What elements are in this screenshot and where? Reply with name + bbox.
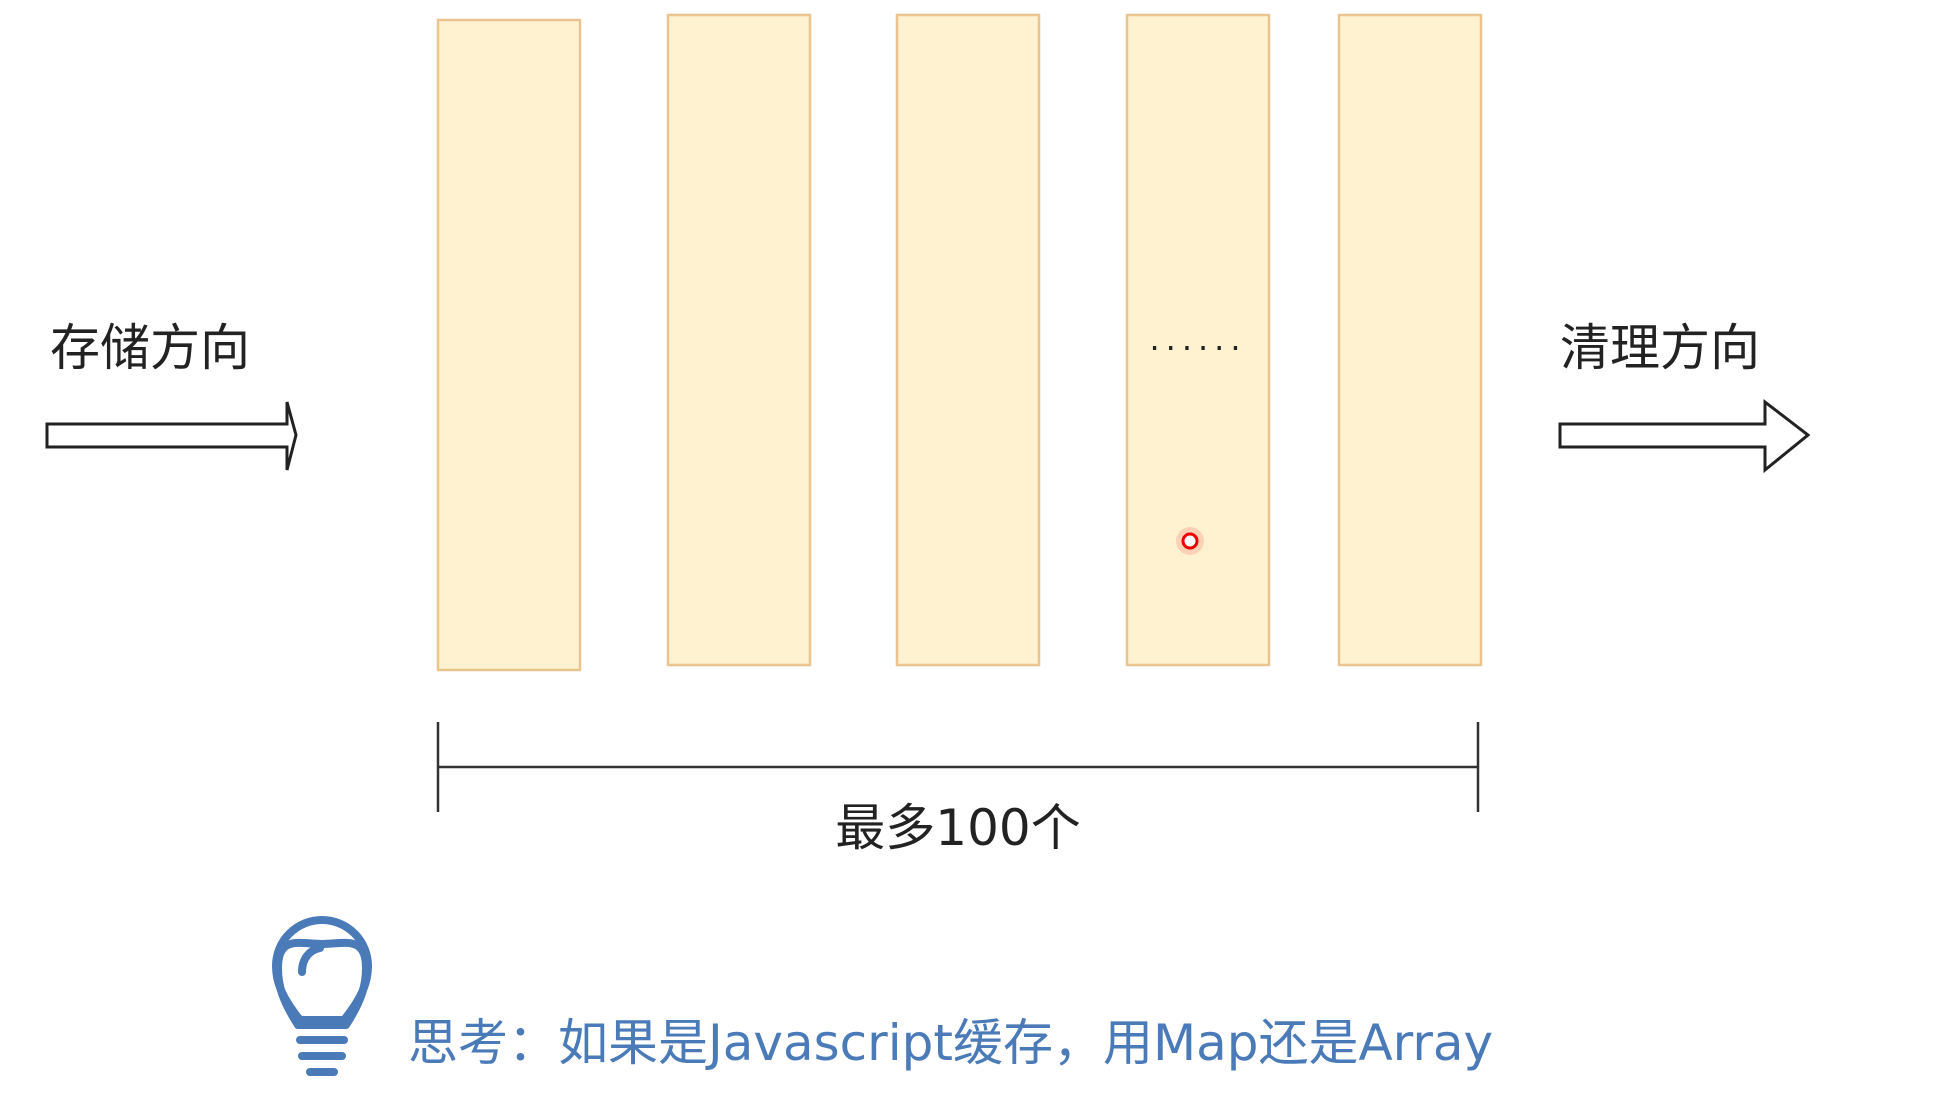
ellipsis-text: ...... xyxy=(1149,320,1246,358)
laser-pointer-dot xyxy=(1176,527,1204,555)
clear-direction-label: 清理方向 xyxy=(1560,319,1760,377)
cache-slot xyxy=(895,13,1041,667)
cache-slot xyxy=(436,18,582,672)
store-direction-label: 存储方向 xyxy=(50,319,250,377)
cache-slot xyxy=(666,13,812,667)
cache-slots xyxy=(436,13,1483,672)
cache-diagram: ...... 存储方向 清理方向 最多100个 思考：如果是Javascript… xyxy=(45,13,1811,1076)
right-arrow-icon xyxy=(1558,398,1811,474)
lightbulb-icon xyxy=(272,916,372,1076)
max-count-label: 最多100个 xyxy=(835,799,1080,857)
right-arrow-icon xyxy=(45,401,298,471)
cache-slot xyxy=(1337,13,1483,667)
think-question: 思考：如果是Javascript缓存，用Map还是Array xyxy=(408,1014,1493,1072)
